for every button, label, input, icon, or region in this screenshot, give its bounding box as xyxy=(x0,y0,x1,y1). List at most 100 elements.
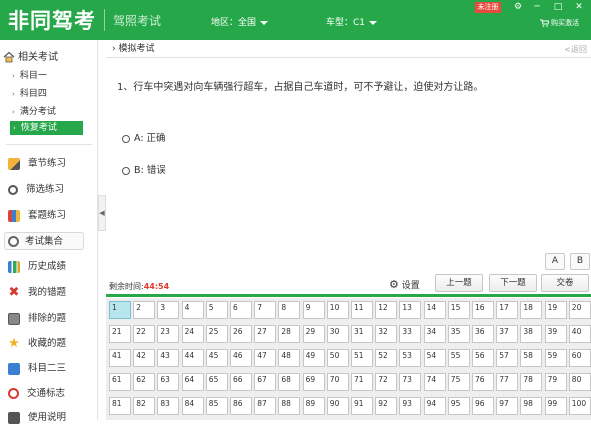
question-number-cell[interactable]: 57 xyxy=(496,349,519,367)
region-select[interactable]: 地区：全国 xyxy=(211,15,269,28)
question-number-cell[interactable]: 89 xyxy=(302,397,325,415)
sidebar-sub-subject4[interactable]: › 科目四 xyxy=(12,86,47,99)
question-number-cell[interactable]: 83 xyxy=(157,397,180,415)
question-number-cell[interactable]: 80 xyxy=(568,373,591,391)
question-number-cell[interactable]: 31 xyxy=(351,325,373,343)
radio-button[interactable] xyxy=(122,134,130,143)
question-number-cell[interactable]: 34 xyxy=(423,325,446,343)
question-number-cell[interactable]: 32 xyxy=(375,325,398,343)
question-number-cell[interactable]: 41 xyxy=(109,349,131,367)
question-number-cell[interactable]: 87 xyxy=(254,397,277,415)
question-number-cell[interactable]: 70 xyxy=(326,373,349,391)
question-number-cell[interactable]: 27 xyxy=(254,325,277,343)
submit-exam-button[interactable]: 交卷 xyxy=(541,274,589,292)
option-a[interactable]: A: 正确 xyxy=(122,130,166,144)
question-number-cell[interactable]: 53 xyxy=(399,349,422,367)
sidebar-item-filter[interactable]: 筛选练习 xyxy=(8,181,64,199)
question-number-cell[interactable]: 45 xyxy=(205,349,228,367)
question-number-cell[interactable]: 51 xyxy=(351,349,373,367)
question-number-cell[interactable]: 69 xyxy=(302,373,325,391)
close-icon[interactable]: ✕ xyxy=(571,1,587,14)
question-number-cell[interactable]: 54 xyxy=(423,349,446,367)
question-number-cell[interactable]: 14 xyxy=(423,301,446,319)
question-number-cell[interactable]: 72 xyxy=(375,373,398,391)
question-number-cell[interactable]: 52 xyxy=(375,349,398,367)
question-number-cell[interactable]: 78 xyxy=(520,373,543,391)
sidebar-item-history[interactable]: 历史成绩 xyxy=(8,258,66,276)
question-number-cell[interactable]: 92 xyxy=(375,397,398,415)
question-number-cell[interactable]: 81 xyxy=(109,397,131,415)
related-exams-header[interactable]: 相关考试 xyxy=(3,48,58,63)
question-number-cell[interactable]: 37 xyxy=(496,325,519,343)
question-number-cell[interactable]: 28 xyxy=(278,325,301,343)
question-number-cell[interactable]: 58 xyxy=(520,349,543,367)
question-number-cell[interactable]: 44 xyxy=(181,349,204,367)
question-number-cell[interactable]: 61 xyxy=(109,373,131,391)
sidebar-item-sets[interactable]: 套题练习 xyxy=(8,207,66,225)
sidebar-sub-subject1[interactable]: › 科目一 xyxy=(12,68,47,81)
question-number-cell[interactable]: 6 xyxy=(230,301,252,319)
question-number-cell[interactable]: 99 xyxy=(544,397,567,415)
question-number-cell[interactable]: 43 xyxy=(157,349,180,367)
question-number-cell[interactable]: 97 xyxy=(496,397,519,415)
question-number-cell[interactable]: 84 xyxy=(181,397,204,415)
question-number-cell[interactable]: 5 xyxy=(205,301,228,319)
question-number-cell[interactable]: 91 xyxy=(351,397,373,415)
question-number-cell[interactable]: 24 xyxy=(181,325,204,343)
question-number-cell[interactable]: 30 xyxy=(326,325,349,343)
prev-question-button[interactable]: 上一题 xyxy=(435,274,483,292)
minimize-icon[interactable]: ─ xyxy=(529,1,545,14)
question-number-cell[interactable]: 85 xyxy=(205,397,228,415)
question-number-cell[interactable]: 60 xyxy=(568,349,591,367)
cartype-select[interactable]: 车型：C1 xyxy=(326,15,378,28)
question-number-cell[interactable]: 7 xyxy=(254,301,277,319)
question-number-cell[interactable]: 33 xyxy=(399,325,422,343)
question-number-cell[interactable]: 59 xyxy=(544,349,567,367)
sidebar-item-help[interactable]: 使用说明 xyxy=(8,409,66,427)
question-number-cell[interactable]: 95 xyxy=(447,397,470,415)
question-number-cell[interactable]: 11 xyxy=(351,301,373,319)
unregistered-badge[interactable]: 未注册 xyxy=(475,2,501,13)
sidebar-item-favorites[interactable]: ★ 收藏的题 xyxy=(8,335,66,353)
question-number-cell[interactable]: 94 xyxy=(423,397,446,415)
question-number-cell[interactable]: 74 xyxy=(423,373,446,391)
question-number-cell[interactable]: 98 xyxy=(520,397,543,415)
back-link[interactable]: <返回 xyxy=(564,41,587,58)
question-number-cell[interactable]: 88 xyxy=(278,397,301,415)
question-number-cell[interactable]: 2 xyxy=(133,301,156,319)
question-number-cell[interactable]: 64 xyxy=(181,373,204,391)
question-number-cell[interactable]: 68 xyxy=(278,373,301,391)
question-number-cell[interactable]: 16 xyxy=(472,301,494,319)
question-number-cell[interactable]: 63 xyxy=(157,373,180,391)
question-number-cell[interactable]: 39 xyxy=(544,325,567,343)
maximize-icon[interactable]: □ xyxy=(550,1,566,14)
question-number-cell[interactable]: 49 xyxy=(302,349,325,367)
settings-gear-icon[interactable]: ⚙ xyxy=(510,1,526,14)
question-number-cell[interactable]: 15 xyxy=(447,301,470,319)
question-number-cell[interactable]: 42 xyxy=(133,349,156,367)
sidebar-item-chapter[interactable]: 章节练习 xyxy=(8,155,66,173)
question-number-cell[interactable]: 79 xyxy=(544,373,567,391)
question-number-cell[interactable]: 36 xyxy=(472,325,494,343)
settings-button[interactable]: ⚙ 设置 xyxy=(389,278,420,291)
question-number-cell[interactable]: 62 xyxy=(133,373,156,391)
sidebar-collapse-toggle[interactable]: ◀ xyxy=(98,195,106,231)
next-question-button[interactable]: 下一题 xyxy=(489,274,537,292)
question-number-cell[interactable]: 77 xyxy=(496,373,519,391)
radio-button[interactable] xyxy=(122,166,130,175)
question-number-cell[interactable]: 21 xyxy=(109,325,131,343)
question-number-cell[interactable]: 100 xyxy=(568,397,591,415)
question-number-cell[interactable]: 13 xyxy=(399,301,422,319)
question-number-cell[interactable]: 86 xyxy=(230,397,252,415)
question-number-cell[interactable]: 4 xyxy=(181,301,204,319)
sidebar-item-exam-collection[interactable]: 考试集合 xyxy=(4,232,84,250)
question-number-cell[interactable]: 20 xyxy=(568,301,591,319)
question-number-cell[interactable]: 73 xyxy=(399,373,422,391)
question-number-cell[interactable]: 38 xyxy=(520,325,543,343)
question-number-cell[interactable]: 65 xyxy=(205,373,228,391)
question-number-cell[interactable]: 29 xyxy=(302,325,325,343)
question-number-cell[interactable]: 10 xyxy=(326,301,349,319)
question-number-cell[interactable]: 26 xyxy=(230,325,252,343)
question-number-cell[interactable]: 3 xyxy=(157,301,180,319)
sidebar-sub-resume[interactable]: › 恢复考试 xyxy=(10,121,83,135)
